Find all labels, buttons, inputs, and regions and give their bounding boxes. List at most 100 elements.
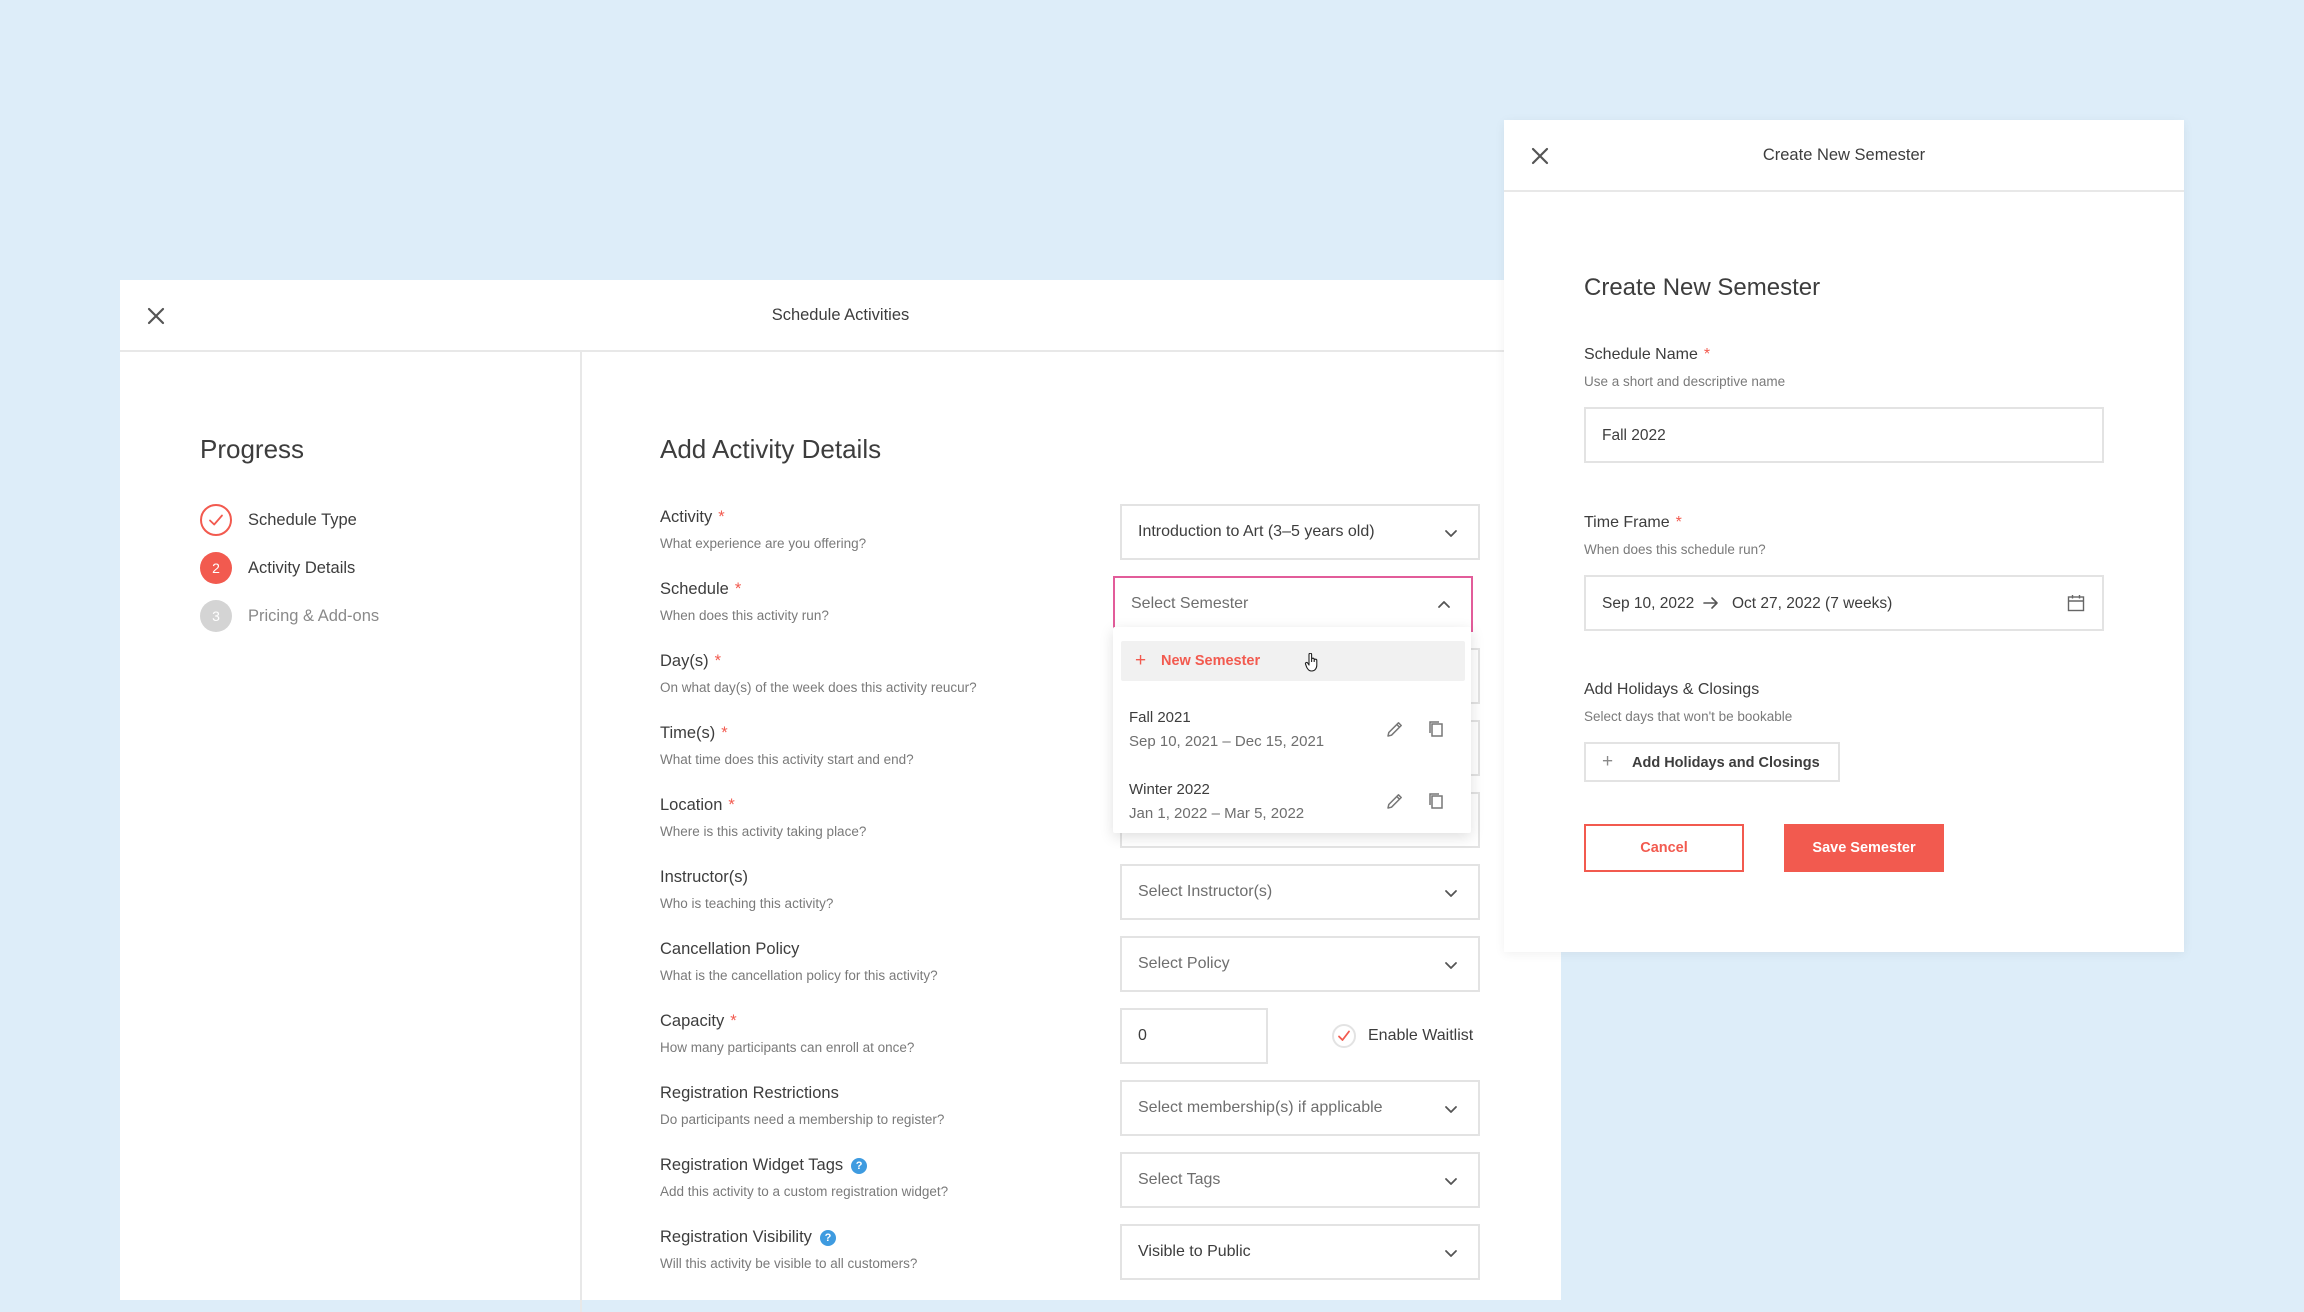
step-number: 2 bbox=[200, 552, 232, 584]
step-pricing-addons[interactable]: 3 Pricing & Add-ons bbox=[200, 600, 480, 632]
field-help: What is the cancellation policy for this… bbox=[660, 968, 938, 983]
modal-title: Schedule Activities bbox=[771, 306, 910, 324]
select-placeholder: Select Semester bbox=[1131, 595, 1249, 612]
required-marker: * bbox=[721, 724, 728, 742]
field-help: What experience are you offering? bbox=[660, 536, 867, 551]
panel-header-title: Create New Semester bbox=[1762, 146, 1926, 164]
check-icon bbox=[200, 504, 232, 536]
schedule-select[interactable]: Select Semester bbox=[1113, 576, 1473, 632]
form-title: Add Activity Details bbox=[660, 434, 882, 464]
select-value: Visible to Public bbox=[1138, 1243, 1251, 1260]
required-marker: * bbox=[728, 796, 735, 814]
semester-name: Winter 2022 bbox=[1129, 781, 1210, 798]
chevron-down-icon bbox=[1445, 1106, 1457, 1113]
select-placeholder: Select membership(s) if applicable bbox=[1138, 1099, 1383, 1116]
semester-dates: Jan 1, 2022 – Mar 5, 2022 bbox=[1129, 805, 1305, 822]
add-holidays-button[interactable]: + Add Holidays and Closings bbox=[1584, 742, 1840, 782]
field-label: Location bbox=[660, 796, 723, 814]
time-frame-input[interactable]: Sep 10, 2022 Oct 27, 2022 (7 weeks) bbox=[1584, 575, 2104, 631]
required-marker: * bbox=[718, 508, 725, 526]
hand-cursor-icon bbox=[1304, 653, 1318, 672]
input-value: Fall 2022 bbox=[1602, 427, 1666, 444]
calendar-icon[interactable] bbox=[2066, 593, 2086, 613]
capacity-value: 0 bbox=[1138, 1027, 1147, 1044]
schedule-name-help: Use a short and descriptive name bbox=[1584, 374, 1786, 389]
step-label: Pricing & Add-ons bbox=[248, 607, 380, 625]
select-value: Introduction to Art (3–5 years old) bbox=[1138, 523, 1375, 540]
semester-option-winter-2022[interactable]: Winter 2022 Jan 1, 2022 – Mar 5, 2022 bbox=[1113, 781, 1471, 847]
edit-icon[interactable] bbox=[1385, 791, 1405, 811]
select-placeholder: Select Instructor(s) bbox=[1138, 883, 1273, 900]
semester-dropdown-menu: + New Semester Fall 2021 Sep 10, 2021 – … bbox=[1113, 627, 1471, 833]
step-activity-details[interactable]: 2 Activity Details bbox=[200, 552, 480, 584]
field-help: Will this activity be visible to all cus… bbox=[660, 1256, 918, 1271]
select-placeholder: Select Tags bbox=[1138, 1171, 1221, 1188]
semester-option-fall-2021[interactable]: Fall 2021 Sep 10, 2021 – Dec 15, 2021 bbox=[1113, 709, 1471, 775]
add-holidays-label: Add Holidays and Closings bbox=[1632, 755, 1820, 771]
field-label: Capacity bbox=[660, 1012, 725, 1030]
chevron-down-icon bbox=[1445, 530, 1457, 537]
end-date: Oct 27, 2022 (7 weeks) bbox=[1732, 595, 1893, 612]
time-frame-help: When does this schedule run? bbox=[1584, 542, 1766, 557]
holidays-help: Select days that won't be bookable bbox=[1584, 709, 1793, 724]
field-label: Time(s) bbox=[660, 724, 716, 742]
membership-select[interactable]: Select membership(s) if applicable bbox=[1120, 1080, 1480, 1136]
schedule-name-input[interactable]: Fall 2022 bbox=[1584, 407, 2104, 463]
holidays-label: Add Holidays & Closings bbox=[1584, 681, 1760, 698]
time-frame-label: Time Frame bbox=[1584, 514, 1670, 531]
edit-icon[interactable] bbox=[1385, 719, 1405, 739]
copy-icon[interactable] bbox=[1426, 791, 1446, 811]
waitlist-label: Enable Waitlist bbox=[1368, 1027, 1474, 1044]
checkmark-icon bbox=[1332, 1024, 1356, 1048]
tags-select[interactable]: Select Tags bbox=[1120, 1152, 1480, 1208]
panel-divider bbox=[580, 352, 582, 1312]
enable-waitlist-checkbox[interactable]: Enable Waitlist bbox=[1332, 1024, 1482, 1048]
start-date: Sep 10, 2022 bbox=[1602, 595, 1695, 612]
field-help: Add this activity to a custom registrati… bbox=[660, 1184, 949, 1199]
semester-dates: Sep 10, 2021 – Dec 15, 2021 bbox=[1129, 733, 1325, 750]
copy-icon[interactable] bbox=[1426, 719, 1446, 739]
field-label: Activity bbox=[660, 508, 713, 526]
select-placeholder: Select Policy bbox=[1138, 955, 1230, 972]
step-label: Activity Details bbox=[248, 559, 356, 577]
chevron-down-icon bbox=[1445, 962, 1457, 969]
chevron-down-icon bbox=[1445, 1178, 1457, 1185]
create-semester-panel: Create New Semester Create New Semester … bbox=[1504, 120, 2184, 952]
field-label: Schedule bbox=[660, 580, 729, 598]
field-help: When does this activity run? bbox=[660, 608, 829, 623]
chevron-up-icon bbox=[1438, 601, 1450, 608]
field-help: Do participants need a membership to reg… bbox=[660, 1112, 945, 1127]
new-semester-option[interactable]: + New Semester bbox=[1121, 641, 1465, 681]
instructors-select[interactable]: Select Instructor(s) bbox=[1120, 864, 1480, 920]
field-label: Registration Restrictions bbox=[660, 1084, 839, 1102]
capacity-input[interactable]: 0 bbox=[1120, 1008, 1268, 1064]
panel-title: Create New Semester bbox=[1584, 274, 1821, 301]
modal-header: Schedule Activities bbox=[120, 280, 1561, 352]
chevron-down-icon bbox=[1445, 1250, 1457, 1257]
step-schedule-type[interactable]: Schedule Type bbox=[200, 504, 480, 536]
required-marker: * bbox=[730, 1012, 737, 1030]
field-help: Where is this activity taking place? bbox=[660, 824, 867, 839]
field-label: Registration Visibility bbox=[660, 1228, 812, 1246]
help-icon[interactable]: ? bbox=[819, 1230, 836, 1246]
field-help: What time does this activity start and e… bbox=[660, 752, 914, 767]
arrow-right-icon bbox=[1703, 597, 1718, 609]
required-marker: * bbox=[1675, 514, 1682, 531]
cancel-button[interactable]: Cancel bbox=[1584, 824, 1744, 872]
help-icon[interactable]: ? bbox=[851, 1158, 868, 1174]
policy-select[interactable]: Select Policy bbox=[1120, 936, 1480, 992]
activity-select[interactable]: Introduction to Art (3–5 years old) bbox=[1120, 504, 1480, 560]
required-marker: * bbox=[1703, 346, 1711, 363]
save-semester-button[interactable]: Save Semester bbox=[1784, 824, 1944, 872]
plus-icon: + bbox=[1135, 650, 1147, 671]
visibility-select[interactable]: Visible to Public bbox=[1120, 1224, 1480, 1280]
schedule-name-label: Schedule Name bbox=[1584, 346, 1698, 363]
field-label: Day(s) bbox=[660, 652, 709, 670]
semester-name: Fall 2021 bbox=[1129, 709, 1191, 726]
field-label: Cancellation Policy bbox=[660, 940, 800, 958]
field-help: On what day(s) of the week does this act… bbox=[660, 680, 977, 695]
field-help: How many participants can enroll at once… bbox=[660, 1040, 915, 1055]
step-label: Schedule Type bbox=[248, 511, 357, 529]
field-label: Registration Widget Tags bbox=[660, 1156, 844, 1174]
step-number: 3 bbox=[200, 600, 232, 632]
